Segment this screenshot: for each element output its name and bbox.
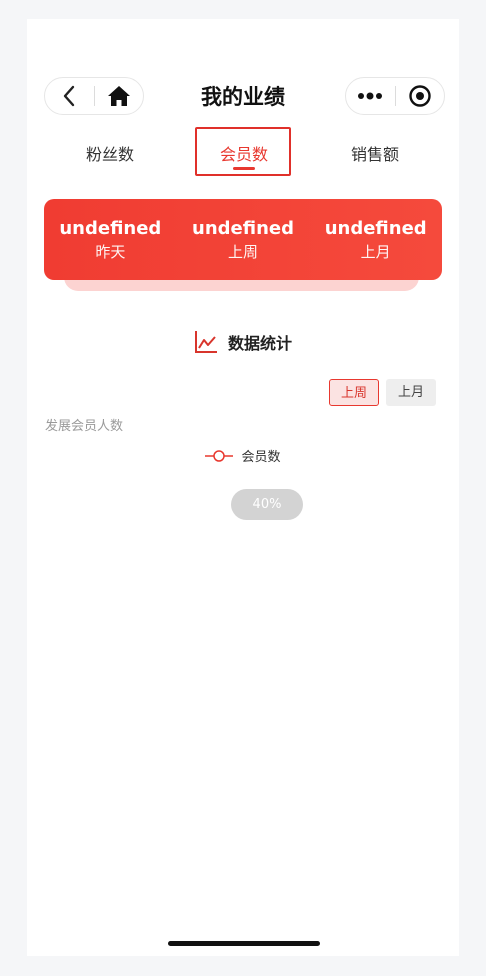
tab-sales[interactable]: 销售额 [330,137,420,177]
stat-last-month: undefined 上月 [309,199,442,280]
more-button[interactable] [346,78,395,114]
nav-capsule-right [345,77,445,115]
close-miniapp-button[interactable] [396,78,445,114]
stat-last-week: undefined 上周 [177,199,310,280]
stats-summary-card: undefined 昨天 undefined 上周 undefined 上月 [44,199,442,280]
line-chart-icon [194,331,217,353]
phone-screen: 我的业绩 粉丝数 会员数 销售额 undefined 昨天 undefined … [27,19,459,956]
more-dots-icon [358,92,383,100]
target-icon [409,85,431,107]
stat-value: undefined [324,217,427,239]
section-header: 数据统计 [27,330,459,354]
period-last-month-button[interactable]: 上月 [386,379,436,406]
stat-yesterday: undefined 昨天 [44,199,177,280]
stat-value: undefined [59,217,162,239]
period-last-week-button[interactable]: 上周 [329,379,379,406]
tab-highlight-box [195,127,291,176]
chart-loading-indicator: 40% [231,489,303,520]
stat-label: 上周 [228,242,259,261]
tab-fans[interactable]: 粉丝数 [65,137,155,177]
chart-y-axis-label: 发展会员人数 [45,419,124,434]
chart-legend[interactable]: 会员数 [27,446,459,465]
legend-label: 会员数 [241,450,281,465]
home-indicator[interactable] [168,941,320,946]
legend-line-marker-icon [205,449,234,462]
stat-label: 昨天 [95,242,126,261]
stat-value: undefined [192,217,294,239]
stat-label: 上月 [360,242,391,261]
section-title: 数据统计 [227,334,292,353]
